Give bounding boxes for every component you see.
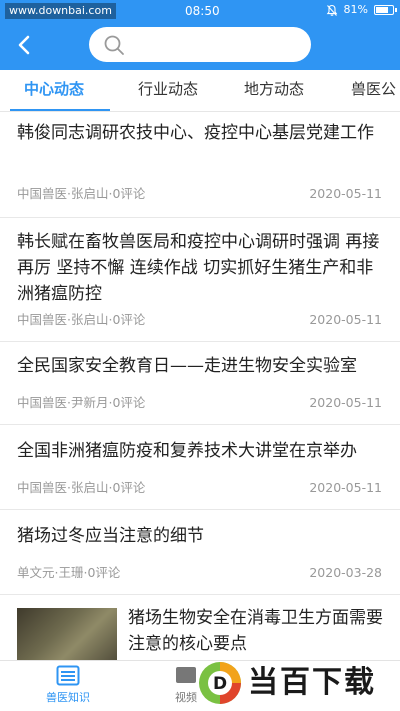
watermark-text: 当百下载 <box>248 665 376 700</box>
status-bar: www.downbai.com 08:50 81% <box>0 0 400 22</box>
article-date: 2020-05-11 <box>309 312 382 327</box>
app-header: www.downbai.com 08:50 81% <box>0 0 400 70</box>
article-meta: 中国兽医·张启山·0评论 <box>17 480 146 495</box>
article-date: 2020-05-11 <box>309 395 382 410</box>
site-watermark-label: www.downbai.com <box>5 3 116 19</box>
article-item[interactable]: 猪场过冬应当注意的细节 单文元·王珊·0评论 2020-03-28 <box>0 510 400 595</box>
search-input[interactable] <box>131 33 301 56</box>
tab-vet-announcements[interactable]: 兽医公 <box>351 70 396 111</box>
tab-center-news[interactable]: 中心动态 <box>24 70 84 111</box>
watermark-logo-letter: D <box>213 674 227 694</box>
article-title: 韩长赋在畜牧兽医局和疫控中心调研时强调 再接再厉 坚持不懈 连续作战 切实抓好生… <box>17 232 380 304</box>
article-date: 2020-03-28 <box>309 565 382 580</box>
article-item[interactable]: 全国非洲猪瘟防疫和复养技术大讲堂在京举办 中国兽医·张启山·0评论 2020-0… <box>0 425 400 510</box>
article-title: 猪场过冬应当注意的细节 <box>17 526 204 546</box>
article-thumbnail-image <box>17 608 117 660</box>
nav-label: 兽医知识 <box>46 691 90 704</box>
battery-level-fill <box>376 7 388 13</box>
article-item[interactable]: 韩长赋在畜牧兽医局和疫控中心调研时强调 再接再厉 坚持不懈 连续作战 切实抓好生… <box>0 218 400 342</box>
article-meta: 中国兽医·尹新月·0评论 <box>17 395 146 410</box>
article-item[interactable]: 全民国家安全教育日——走进生物安全实验室 中国兽医·尹新月·0评论 2020-0… <box>0 342 400 425</box>
tab-industry-news[interactable]: 行业动态 <box>138 70 198 111</box>
article-title: 韩俊同志调研农技中心、疫控中心基层党建工作 <box>17 123 374 143</box>
article-title: 全国非洲猪瘟防疫和复养技术大讲堂在京举办 <box>17 441 357 461</box>
status-time: 08:50 <box>185 4 220 18</box>
list-icon <box>56 665 80 686</box>
article-date: 2020-05-11 <box>309 186 382 201</box>
battery-percent: 81% <box>343 3 368 16</box>
search-icon <box>104 35 124 55</box>
article-item[interactable]: 韩俊同志调研农技中心、疫控中心基层党建工作 中国兽医·张启山·0评论 2020-… <box>0 112 400 218</box>
article-date: 2020-05-11 <box>309 480 382 495</box>
article-feed: 韩俊同志调研农技中心、疫控中心基层党建工作 中国兽医·张启山·0评论 2020-… <box>0 112 400 660</box>
category-tabs: 中心动态 行业动态 地方动态 兽医公 <box>0 70 400 112</box>
search-box[interactable] <box>89 27 311 62</box>
nav-item-vet-knowledge[interactable]: 兽医知识 <box>18 661 118 711</box>
tab-local-news[interactable]: 地方动态 <box>244 70 304 111</box>
article-title: 猪场生物安全在消毒卫生方面需要注意的核心要点 <box>128 608 383 654</box>
article-item-with-thumbnail[interactable]: 猪场生物安全在消毒卫生方面需要注意的核心要点 <box>0 595 400 660</box>
article-meta: 单文元·王珊·0评论 <box>17 565 121 580</box>
status-indicators: 81% <box>326 3 397 17</box>
watermark-logo: D <box>199 662 241 704</box>
article-title: 全民国家安全教育日——走进生物安全实验室 <box>17 356 357 376</box>
site-watermark: D 当百下载 <box>193 656 400 711</box>
article-meta: 中国兽医·张启山·0评论 <box>17 312 146 327</box>
article-meta: 中国兽医·张启山·0评论 <box>17 186 146 201</box>
back-arrow-icon[interactable] <box>12 32 38 58</box>
battery-icon <box>374 5 397 15</box>
silent-bell-icon <box>326 4 337 16</box>
